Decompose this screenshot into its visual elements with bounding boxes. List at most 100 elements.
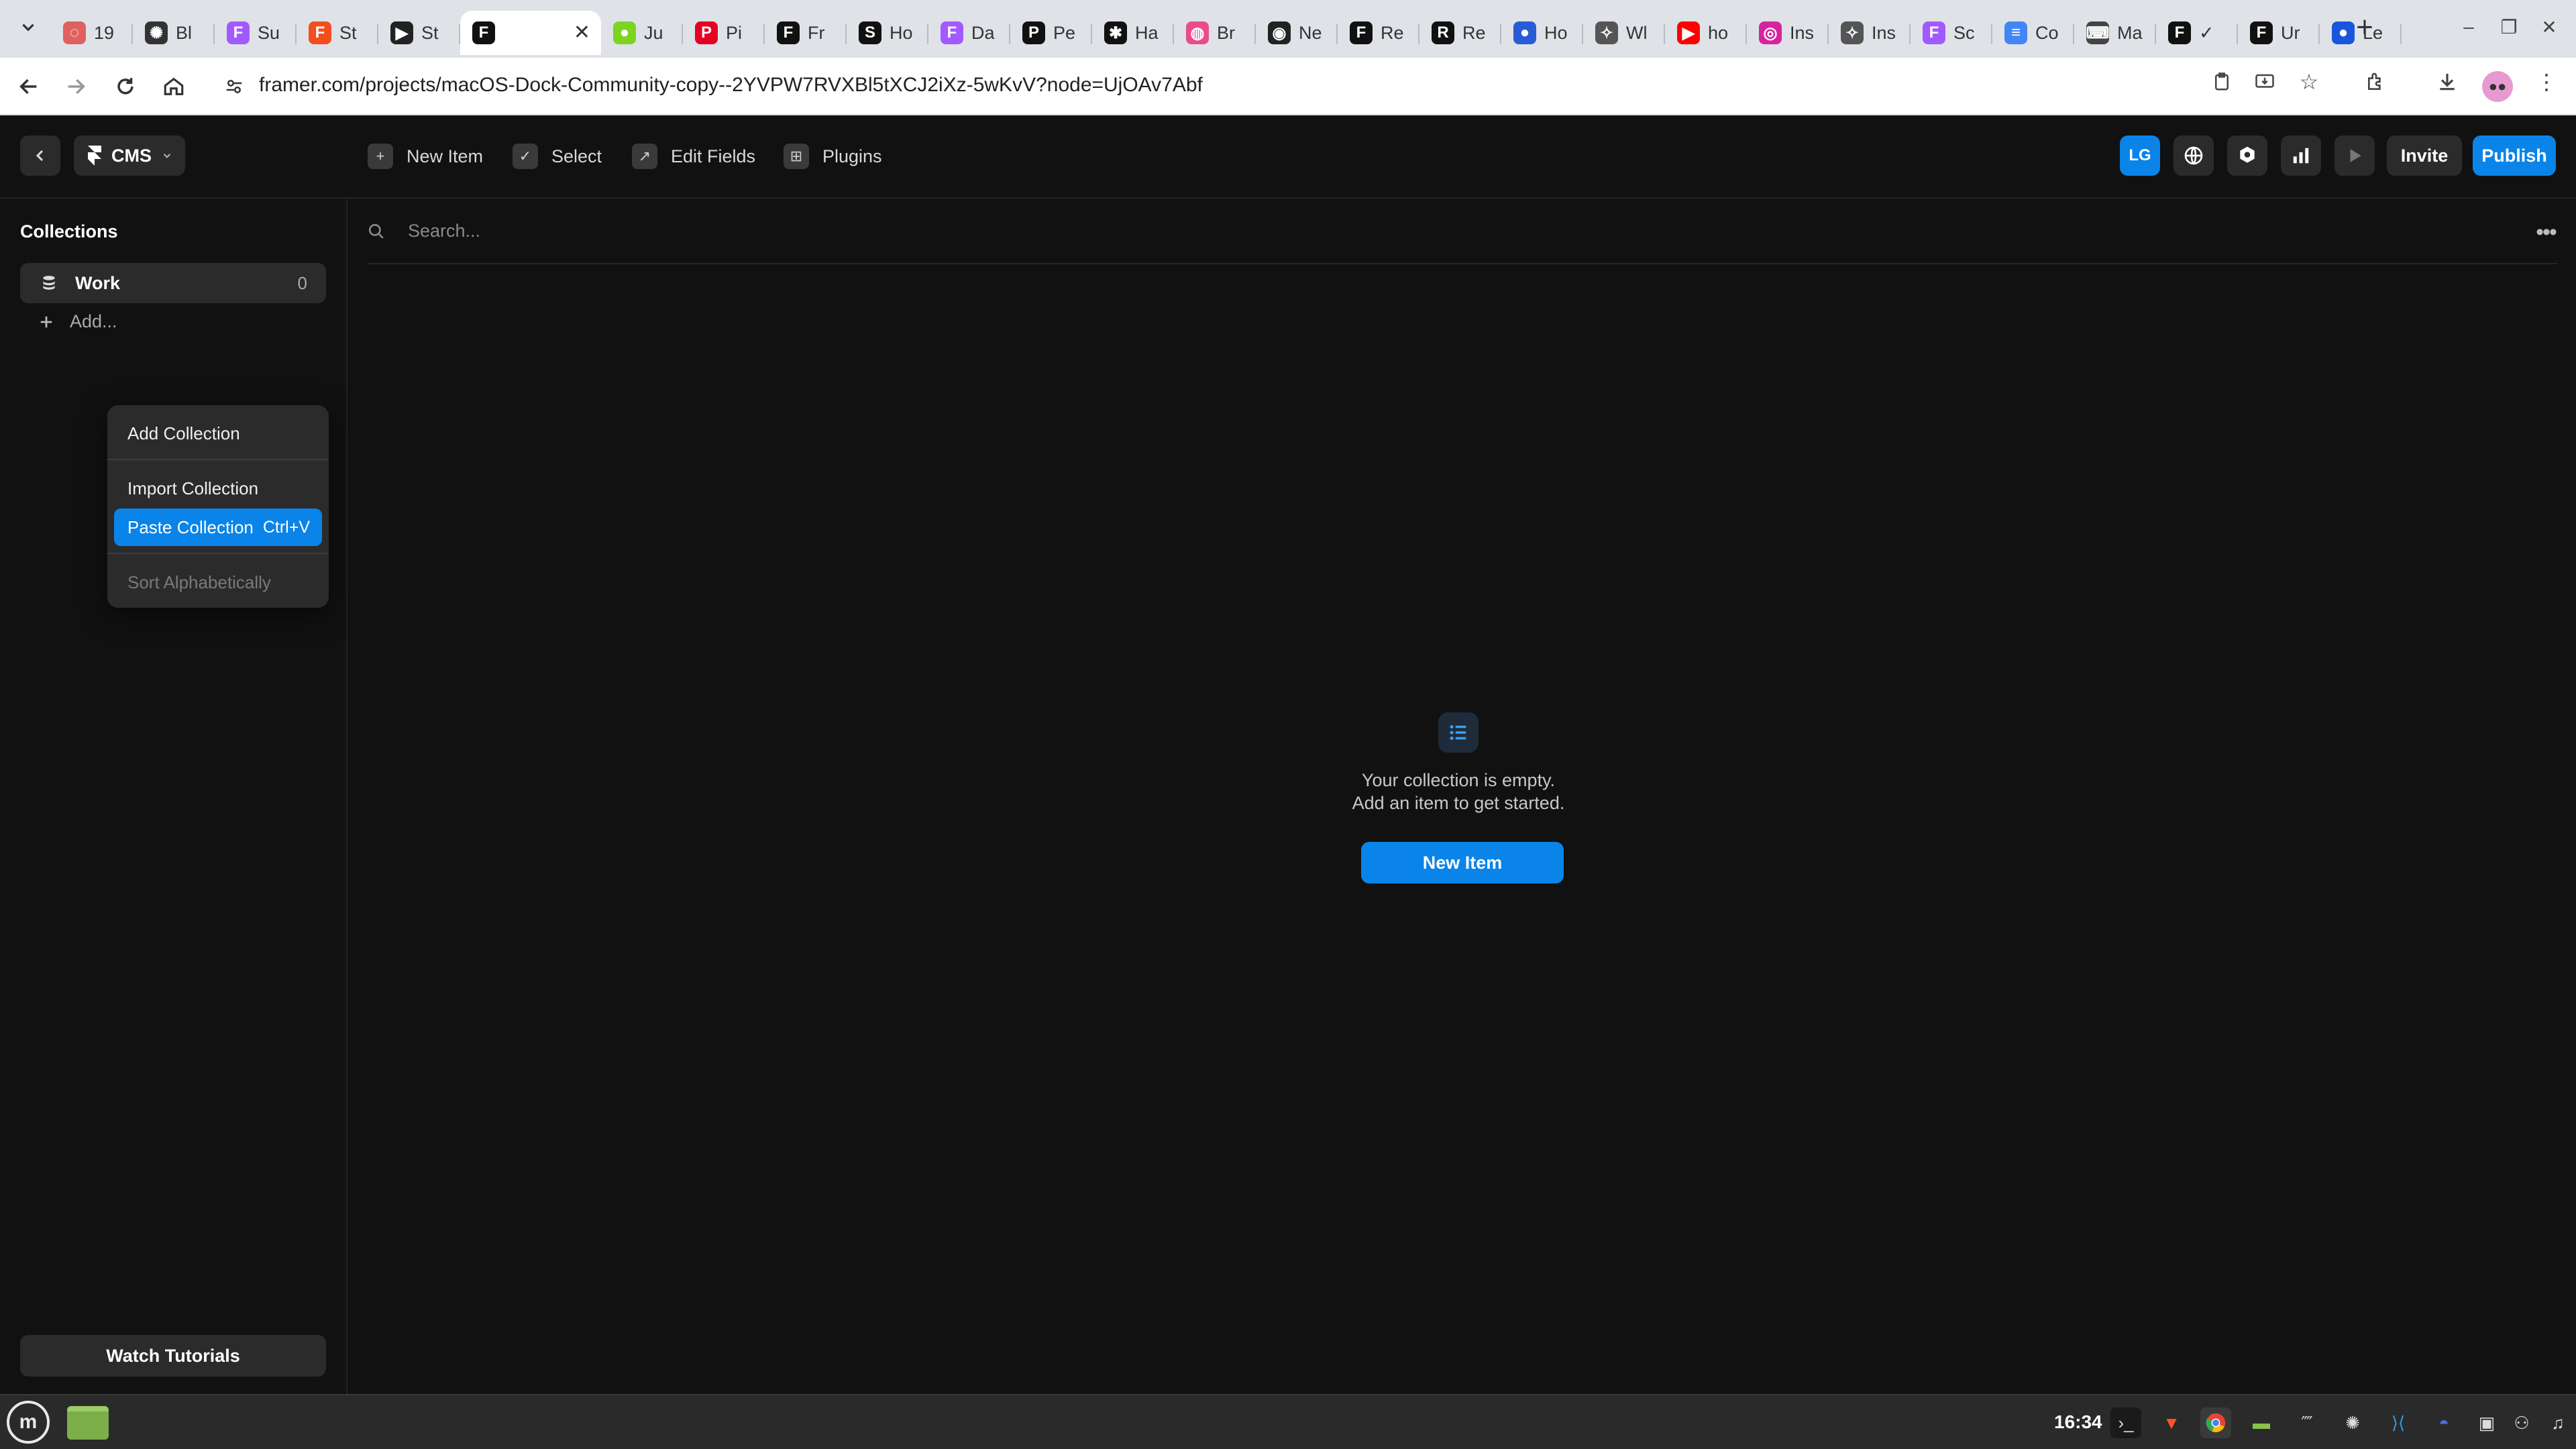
avatar-initials: LG	[2129, 146, 2151, 164]
invite-button[interactable]: Invite	[2387, 136, 2462, 176]
globe-icon	[2184, 146, 2203, 165]
install-app-icon[interactable]	[2250, 67, 2279, 97]
analytics-button[interactable]	[2281, 136, 2321, 176]
new-item-button[interactable]: New Item	[1361, 842, 1564, 883]
network-icon[interactable]: ⚇	[2506, 1407, 2537, 1438]
browser-tab[interactable]: P Pi	[683, 11, 765, 55]
vscode-icon[interactable]: ⟩⟨	[2383, 1407, 2414, 1438]
preview-button[interactable]	[2334, 136, 2375, 176]
reload-button[interactable]	[107, 68, 144, 105]
browser-tab[interactable]: ▶ ho	[1665, 11, 1747, 55]
browser-tab[interactable]: R Re	[1419, 11, 1501, 55]
browser-tab[interactable]: ✧ Wl	[1583, 11, 1665, 55]
minimize-button[interactable]: –	[2449, 12, 2489, 42]
brave-icon[interactable]: ▼	[2156, 1407, 2187, 1438]
browser-tab[interactable]: ≡ Co	[1992, 11, 2074, 55]
r-icon: R	[1432, 21, 1454, 44]
browser-tab[interactable]: ✱ Ha	[1092, 11, 1174, 55]
browser-tab[interactable]: F Su	[215, 11, 297, 55]
plus-icon: +	[2356, 11, 2373, 44]
close-window-button[interactable]: ✕	[2529, 12, 2569, 42]
clipboard-tray-icon[interactable]: ▣	[2471, 1407, 2502, 1438]
new-tab-button[interactable]: +	[2348, 11, 2381, 44]
browser-tab[interactable]: ◎ Ins	[1747, 11, 1829, 55]
cms-switcher[interactable]: CMS	[74, 136, 185, 176]
arrow-left-icon	[19, 78, 37, 95]
extensions-icon[interactable]	[2361, 67, 2391, 97]
mint-menu-icon[interactable]: m	[7, 1401, 50, 1444]
menu-item-add-collection[interactable]: Add Collection	[114, 415, 322, 452]
download-icon[interactable]	[2432, 67, 2462, 97]
file-manager-icon[interactable]: ▬	[2246, 1407, 2277, 1438]
openai-icon[interactable]: ✺	[2337, 1407, 2368, 1438]
home-button[interactable]	[156, 68, 192, 105]
browser-tab[interactable]: P Pe	[1010, 11, 1092, 55]
browser-tab[interactable]: ● Ju	[601, 11, 683, 55]
browser-tab[interactable]: F St	[297, 11, 378, 55]
browser-tab[interactable]: ◌ 19	[51, 11, 133, 55]
menu-item-paste-collection[interactable]: Paste Collection Ctrl+V	[114, 508, 322, 546]
site-settings-button[interactable]	[2174, 136, 2214, 176]
profile-avatar[interactable]: ●●	[2482, 71, 2513, 102]
screenshot-icon[interactable]: ⁗	[2292, 1407, 2322, 1438]
address-bar[interactable]: framer.com/projects/macOS-Dock-Community…	[215, 67, 2388, 106]
framer-icon: F	[1350, 21, 1373, 44]
edit-fields-tool[interactable]: ↗ Edit Fields	[632, 142, 755, 170]
tab-search-button[interactable]	[13, 12, 43, 42]
browser-tab[interactable]: ⌨ Ma	[2074, 11, 2156, 55]
pinterest-icon: P	[695, 21, 718, 44]
menu-divider	[107, 459, 329, 460]
tab-close-icon[interactable]: ✕	[574, 21, 590, 44]
browser-tab[interactable]: F Fr	[765, 11, 847, 55]
browser-tab[interactable]: ✺ Bl	[133, 11, 215, 55]
menu-item-import-collection[interactable]: Import Collection	[114, 470, 322, 507]
forward-button[interactable]	[58, 68, 94, 105]
tab-title: Fr	[808, 22, 825, 43]
user-avatar-badge[interactable]: LG	[2120, 136, 2160, 176]
browser-tab[interactable]: F Ur	[2238, 11, 2320, 55]
sound-icon[interactable]: ♫	[2542, 1407, 2573, 1438]
browser-tab[interactable]: ✧ Ins	[1829, 11, 1911, 55]
browser-tab[interactable]: ◍ Br	[1174, 11, 1256, 55]
bookmark-star-icon[interactable]: ☆	[2294, 67, 2324, 97]
collections-title: Collections	[20, 221, 118, 241]
terminal-icon[interactable]: ›_	[2110, 1407, 2141, 1438]
browser-tab[interactable]: F ✕	[460, 11, 601, 55]
menu-divider	[107, 553, 329, 554]
browser-tab[interactable]: F ✓	[2156, 11, 2238, 55]
site-info-button[interactable]	[219, 71, 250, 102]
chrome-icon[interactable]	[2200, 1407, 2231, 1438]
select-tool[interactable]: ✓ Select	[513, 142, 602, 170]
browser-tab[interactable]: F Da	[928, 11, 1010, 55]
clipboard-icon[interactable]	[2207, 67, 2237, 97]
restore-icon: ❐	[2500, 16, 2518, 38]
database-icon	[43, 276, 55, 290]
browser-tab[interactable]: ● Ho	[1501, 11, 1583, 55]
menu-item-sort-alphabetically[interactable]: Sort Alphabetically	[114, 564, 322, 601]
url-text[interactable]: framer.com/projects/macOS-Dock-Community…	[259, 74, 1203, 97]
browser-tab[interactable]: ◉ Ne	[1256, 11, 1338, 55]
collection-item-work[interactable]: Work 0	[20, 263, 326, 303]
tab-title: Pe	[1053, 22, 1076, 43]
plugins-tool[interactable]: ⊞ Plugins	[784, 142, 882, 170]
watch-tutorials-button[interactable]: Watch Tutorials	[20, 1335, 326, 1377]
settings-button[interactable]	[2227, 136, 2267, 176]
browser-tab[interactable]: F Sc	[1911, 11, 1992, 55]
back-button[interactable]	[11, 68, 47, 105]
files-folder-icon[interactable]	[67, 1406, 109, 1440]
new-item-tool[interactable]: + New Item	[368, 142, 483, 170]
publish-button[interactable]: Publish	[2473, 136, 2556, 176]
select-label: Select	[551, 146, 602, 166]
add-collection-button[interactable]: Add...	[39, 311, 117, 332]
restore-button[interactable]: ❐	[2489, 12, 2529, 42]
browser-tab[interactable]: ▶ St	[378, 11, 460, 55]
tab-title: ✓	[2199, 22, 2214, 43]
browser-tab[interactable]: F Re	[1338, 11, 1419, 55]
browser-tab[interactable]: S Ho	[847, 11, 928, 55]
add-label: Add...	[70, 311, 117, 331]
more-options-icon[interactable]: •••	[2529, 219, 2563, 246]
arc-icon[interactable]: ◓	[2428, 1407, 2459, 1438]
search-input[interactable]	[407, 216, 2419, 246]
back-to-canvas-button[interactable]	[20, 136, 60, 176]
browser-menu-icon[interactable]: ⋮	[2532, 67, 2561, 97]
